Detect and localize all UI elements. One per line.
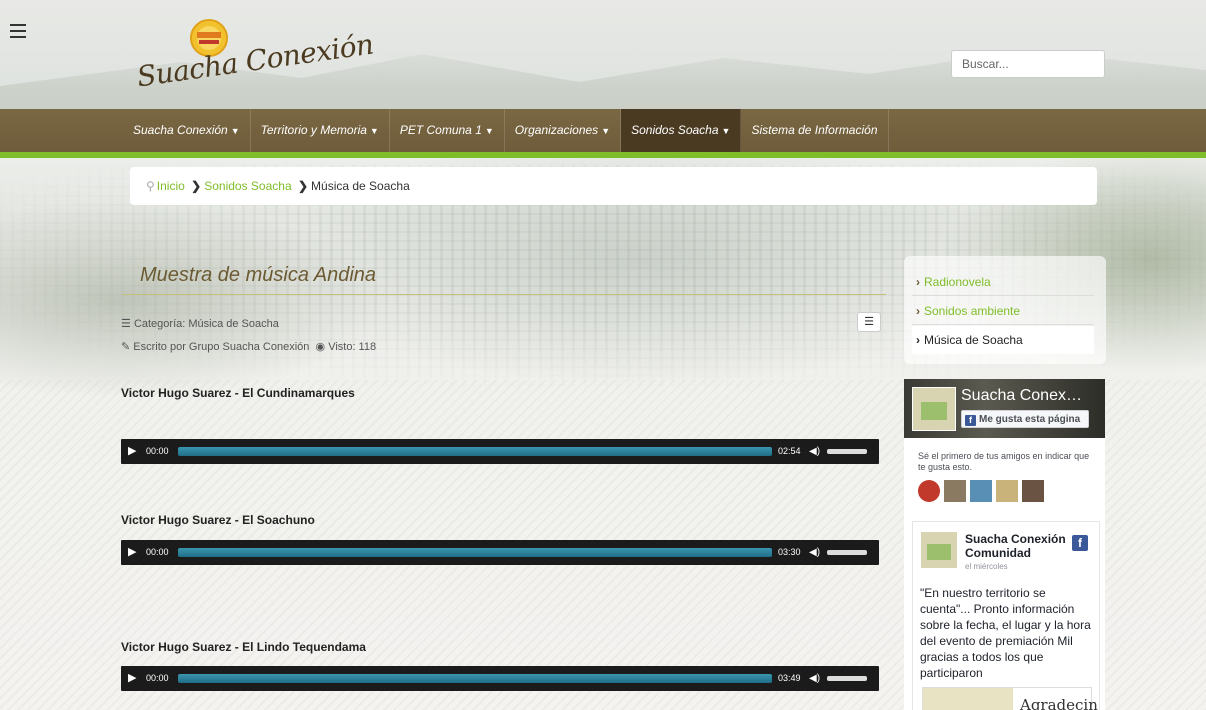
title-divider: [122, 294, 886, 295]
post-author-avatar[interactable]: [921, 532, 957, 568]
category-text: Categoría: Música de Soacha: [133, 318, 279, 330]
avatar[interactable]: [970, 480, 992, 502]
facebook-friends-text: Sé el primero de tus amigos en indicar q…: [918, 451, 1090, 472]
caret-down-icon: ▼: [484, 126, 494, 136]
post-image-text: Agradecin: [1020, 696, 1098, 710]
like-label: Me gusta esta página: [979, 414, 1081, 425]
nav-label: PET Comuna 1: [399, 123, 482, 137]
facebook-page-avatar[interactable]: [912, 387, 956, 431]
facebook-friend-avatars: [918, 480, 1044, 502]
map-pin-icon: ⚲: [146, 179, 155, 193]
facebook-icon[interactable]: f: [1072, 535, 1088, 551]
duration-time: 03:49: [778, 673, 801, 683]
page-title: Muestra de música Andina: [140, 264, 377, 286]
facebook-icon: f: [965, 415, 976, 426]
facebook-post: Suacha Conexión Comunidad el miércoles f…: [912, 521, 1100, 710]
volume-slider[interactable]: [827, 550, 867, 555]
breadcrumb-separator-icon: ❯: [191, 179, 202, 193]
audio-player: ▶ 00:00 02:54 ◀): [121, 439, 879, 464]
breadcrumb: ⚲ Inicio ❯ Sonidos Soacha ❯ Música de Soach…: [130, 167, 1097, 205]
song-title: Victor Hugo Suarez - El Cundinamarques: [121, 386, 355, 400]
nav-label: Suacha Conexión: [133, 123, 228, 137]
eye-icon: ◉: [315, 341, 326, 353]
article-list-button[interactable]: ☰: [857, 312, 881, 332]
chevron-right-icon: ›: [916, 333, 920, 347]
nav-item-territorio-memoria[interactable]: Territorio y Memoria ▼: [251, 109, 390, 152]
facebook-like-button[interactable]: f Me gusta esta página: [961, 410, 1089, 428]
nav-label: Organizaciones: [514, 123, 599, 137]
caret-down-icon: ▼: [721, 126, 731, 136]
avatar[interactable]: [1022, 480, 1044, 502]
pencil-icon: ✎: [121, 341, 131, 353]
search-input[interactable]: [951, 50, 1105, 78]
post-image-left: [923, 688, 1013, 710]
nav-item-pet-comuna[interactable]: PET Comuna 1 ▼: [390, 109, 505, 152]
post-image[interactable]: Agradecin: [922, 687, 1098, 710]
nav-label: Sonidos Soacha: [631, 123, 719, 137]
hamburger-icon[interactable]: [10, 24, 26, 38]
volume-slider[interactable]: [827, 449, 867, 454]
views-text: Visto: 118: [328, 341, 377, 353]
progress-track[interactable]: [178, 548, 772, 557]
audio-player: ▶ 00:00 03:30 ◀): [121, 540, 879, 565]
chevron-right-icon: ›: [916, 275, 920, 289]
play-icon[interactable]: ▶: [128, 540, 136, 565]
caret-down-icon: ▼: [601, 126, 611, 136]
facebook-page-name[interactable]: Suacha Conex…: [961, 387, 1082, 405]
sidebar-item-radionovela[interactable]: › Radionovela: [912, 268, 1094, 296]
volume-icon[interactable]: ◀): [809, 439, 820, 464]
current-time: 00:00: [146, 673, 169, 683]
sidebar-item-sonidos-ambiente[interactable]: › Sonidos ambiente: [912, 297, 1094, 325]
sidebar-item-label: Sonidos ambiente: [924, 304, 1021, 318]
sidebar-item-musica-soacha[interactable]: › Música de Soacha: [912, 326, 1094, 354]
nav-item-organizaciones[interactable]: Organizaciones ▼: [505, 109, 622, 152]
main-nav: Suacha Conexión ▼ Territorio y Memoria ▼ P…: [123, 109, 889, 152]
breadcrumb-section-link[interactable]: Sonidos Soacha: [204, 179, 291, 193]
facebook-page-widget: Suacha Conex… f Me gusta esta página Sé e…: [904, 379, 1105, 710]
current-time: 00:00: [146, 446, 169, 456]
sidebar-item-label: Radionovela: [924, 275, 991, 289]
song-title: Victor Hugo Suarez - El Lindo Tequendama: [121, 640, 366, 654]
sidebar-menu: › Radionovela › Sonidos ambiente › Música d…: [904, 256, 1106, 364]
sidebar-item-label: Música de Soacha: [924, 333, 1023, 347]
volume-icon[interactable]: ◀): [809, 666, 820, 691]
current-time: 00:00: [146, 547, 169, 557]
breadcrumb-current: Música de Soacha: [311, 179, 410, 193]
post-date[interactable]: el miércoles: [965, 562, 1008, 571]
nav-item-sonidos-soacha[interactable]: Sonidos Soacha ▼: [621, 109, 742, 152]
nav-label: Territorio y Memoria: [260, 123, 367, 137]
author-text: Escrito por Grupo Suacha Conexión: [133, 341, 310, 353]
chevron-right-icon: ›: [916, 304, 920, 318]
post-author-name[interactable]: Suacha Conexión Comunidad: [965, 532, 1067, 560]
duration-time: 02:54: [778, 446, 801, 456]
post-text: "En nuestro territorio se cuenta"... Pro…: [920, 586, 1091, 680]
audio-player: ▶ 00:00 03:49 ◀): [121, 666, 879, 691]
play-icon[interactable]: ▶: [128, 666, 136, 691]
play-icon[interactable]: ▶: [128, 439, 136, 464]
nav-label: Sistema de Información: [751, 123, 878, 137]
caret-down-icon: ▼: [369, 126, 379, 136]
progress-track[interactable]: [178, 447, 772, 456]
list-icon: ☰: [121, 318, 131, 330]
nav-item-suacha-conexion[interactable]: Suacha Conexión ▼: [123, 109, 251, 152]
avatar[interactable]: [996, 480, 1018, 502]
duration-time: 03:30: [778, 547, 801, 557]
article-meta: ✎ Escrito por Grupo Suacha Conexión ◉ Vi…: [121, 340, 376, 353]
volume-slider[interactable]: [827, 676, 867, 681]
breadcrumb-separator-icon: ❯: [297, 179, 309, 193]
avatar[interactable]: [944, 480, 966, 502]
avatar[interactable]: [918, 480, 940, 502]
breadcrumb-home-link[interactable]: Inicio: [157, 179, 185, 193]
song-title: Victor Hugo Suarez - El Soachuno: [121, 513, 315, 527]
article-category: ☰ Categoría: Música de Soacha: [121, 317, 279, 330]
volume-icon[interactable]: ◀): [809, 540, 820, 565]
caret-down-icon: ▼: [230, 126, 240, 136]
nav-item-sistema-informacion[interactable]: Sistema de Información: [741, 109, 889, 152]
progress-track[interactable]: [178, 674, 772, 683]
